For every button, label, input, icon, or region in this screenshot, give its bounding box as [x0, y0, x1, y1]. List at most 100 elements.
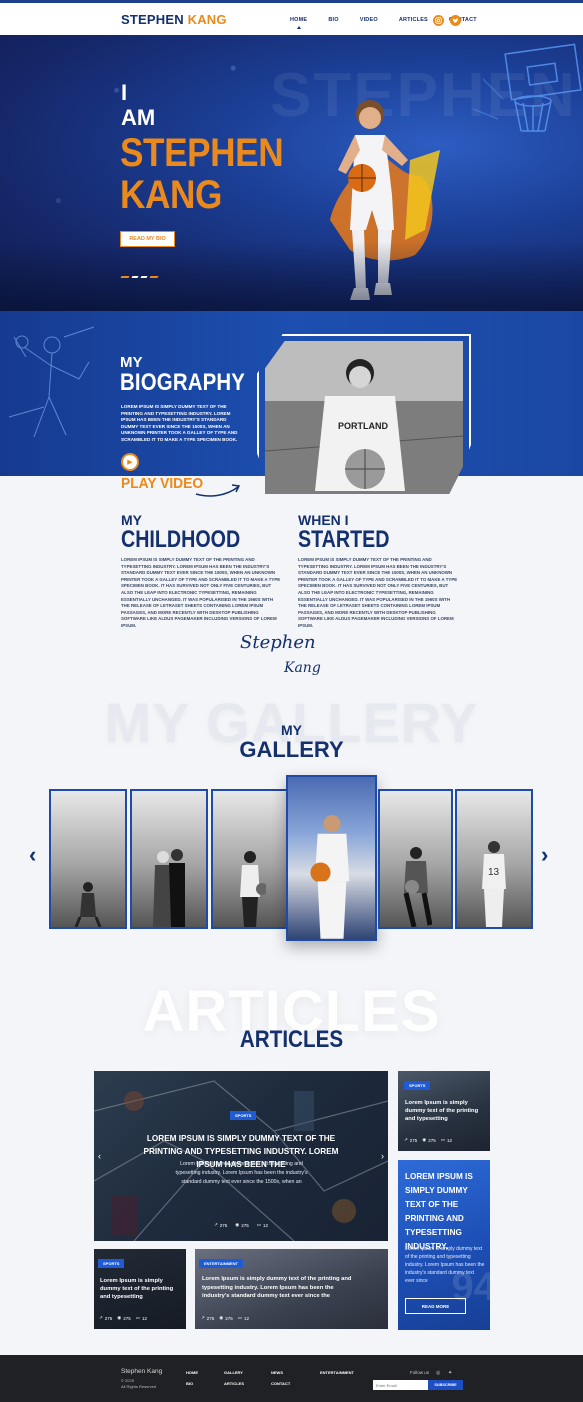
read-more-button[interactable]: READ MORE — [405, 1298, 466, 1314]
comments-stat: ▭ 12 — [441, 1137, 452, 1143]
article-tag[interactable]: SPORTS — [98, 1259, 125, 1268]
share-stat: ↗ 275 — [404, 1137, 417, 1143]
views-count: 275 — [123, 1315, 131, 1321]
article-tag[interactable]: SPORTS — [230, 1111, 257, 1120]
hero-line-i: I — [121, 80, 128, 105]
newsletter-email-input[interactable] — [373, 1380, 428, 1390]
svg-text:13: 13 — [488, 867, 500, 878]
signature-first: Stephen — [240, 632, 316, 653]
footer-logo[interactable]: Stephen Kang — [121, 1368, 162, 1375]
slide-dot[interactable] — [149, 276, 159, 278]
read-my-bio-button[interactable]: READ MY BIO — [120, 231, 175, 247]
footer-twitter-icon[interactable]: ✦ — [448, 1370, 452, 1376]
hero-line-am: AM — [121, 105, 156, 130]
footer-link-entertainment[interactable]: ENTERTAINMENT — [320, 1370, 354, 1375]
twitter-icon[interactable] — [450, 15, 461, 26]
share-stat: ↗ 275 — [201, 1315, 214, 1321]
follow-us-label: Follow us — [410, 1370, 430, 1375]
wide-article-card[interactable]: ENTERTAINMENT Lorem Ipsum is simply dumm… — [195, 1249, 388, 1329]
footer-link-contact[interactable]: CONTACT — [271, 1381, 290, 1386]
hero-slider-dots[interactable] — [120, 276, 159, 278]
article-tag[interactable]: ENTERTAINMENT — [199, 1259, 243, 1268]
hero-intro: I AM — [121, 80, 155, 130]
gallery-photo[interactable] — [130, 789, 208, 929]
share-icon: ↗ — [404, 1137, 408, 1142]
play-video-link[interactable]: PLAY VIDEO — [121, 475, 203, 492]
comment-count: 12 — [447, 1137, 453, 1143]
nav-item-articles[interactable]: ARTICLES — [399, 17, 428, 23]
comment-icon: ▭ — [135, 1315, 141, 1320]
site-logo[interactable]: STEPHEN KANG — [121, 12, 227, 27]
featured-blue-card[interactable]: 94 LOREM IPSUM IS SIMPLY DUMMY TEXT OF T… — [398, 1160, 490, 1330]
eye-icon: ◉ — [219, 1315, 224, 1320]
comment-icon: ▭ — [256, 1222, 262, 1227]
footer-link-bio[interactable]: BIO — [186, 1381, 193, 1386]
nav-item-video[interactable]: VIDEO — [360, 17, 378, 23]
views-count: 275 — [428, 1137, 436, 1143]
article-tag[interactable]: SPORTS — [404, 1081, 431, 1090]
views-stat: ◉ 275 — [235, 1222, 248, 1228]
started-title: STARTED — [298, 526, 390, 553]
hero-last-name: KANG — [120, 173, 222, 217]
comment-count: 12 — [263, 1222, 269, 1228]
footer-link-home[interactable]: HOME — [186, 1370, 198, 1375]
side-article-card[interactable]: SPORTS Lorem Ipsum is simply dummy text … — [398, 1071, 490, 1151]
views-count: 275 — [241, 1222, 249, 1228]
articles-title: ARTICLES — [239, 1026, 344, 1053]
nav-item-home[interactable]: HOME — [290, 17, 307, 29]
eye-icon: ◉ — [422, 1137, 427, 1142]
subscribe-button[interactable]: SUBSCRIBE — [428, 1380, 463, 1390]
share-stat: ↗ 275 — [214, 1222, 227, 1228]
featured-next-arrow[interactable]: › — [381, 1151, 384, 1161]
hero-name: STEPHEN KANG — [120, 131, 284, 217]
hero-banner: STEPHEN I AM STEPHEN KANG READ MY BIO — [0, 35, 583, 311]
gallery-photo[interactable]: 13 — [455, 789, 533, 929]
article-meta: ↗ 275 ◉ 275 ▭ 12 — [99, 1315, 147, 1321]
footer-instagram-icon[interactable]: ◎ — [436, 1370, 440, 1376]
share-icon: ↗ — [214, 1222, 218, 1227]
instagram-icon[interactable] — [433, 15, 444, 26]
share-count: 275 — [409, 1137, 418, 1143]
footer-link-news[interactable]: NEWS — [271, 1370, 283, 1375]
signature: Stephen Kang — [240, 632, 321, 676]
gallery-photo[interactable] — [49, 789, 127, 929]
footer-copyright: © 2025 All Rights Reserved — [121, 1378, 156, 1389]
gallery-photo[interactable] — [378, 789, 453, 929]
childhood-title: CHILDHOOD — [121, 526, 241, 553]
gallery-photo-featured[interactable] — [286, 775, 377, 941]
comments-stat: ▭ 12 — [238, 1315, 249, 1321]
bio-photo: PORTLAND — [265, 341, 463, 494]
hero-first-name: STEPHEN — [120, 131, 284, 175]
logo-first-name: STEPHEN — [121, 12, 184, 27]
curved-arrow-icon — [195, 484, 241, 497]
comment-count: 12 — [244, 1315, 250, 1321]
share-icon: ↗ — [99, 1315, 103, 1320]
small-article-title[interactable]: Lorem Ipsum is simply dummy text of the … — [100, 1277, 180, 1301]
play-video-icon[interactable]: ▶ — [121, 453, 139, 471]
footer-link-gallery[interactable]: GALLERY — [224, 1370, 243, 1375]
slide-dot[interactable] — [140, 276, 148, 278]
slide-dot-active[interactable] — [120, 276, 130, 278]
gallery-photo[interactable] — [211, 789, 289, 929]
views-stat: ◉ 275 — [219, 1315, 232, 1321]
comment-icon: ▭ — [237, 1315, 243, 1320]
blue-card-title[interactable]: LOREM IPSUM IS SIMPLY DUMMY TEXT OF THE … — [405, 1170, 485, 1254]
article-meta: ↗ 275 ◉ 275 ▭ 12 — [201, 1315, 249, 1321]
bio-paragraph: Lorem Ipsum is simply dummy text of the … — [121, 404, 238, 442]
wide-article-title[interactable]: Lorem Ipsum is simply dummy text of the … — [202, 1275, 352, 1301]
side-article-title[interactable]: Lorem Ipsum is simply dummy text of the … — [405, 1099, 483, 1123]
nav-item-bio[interactable]: BIO — [328, 17, 338, 23]
article-meta: ↗ 275 ◉ 275 ▭ 12 — [404, 1137, 452, 1143]
small-article-card[interactable]: SPORTS Lorem Ipsum is simply dummy text … — [94, 1249, 186, 1329]
footer-link-articles[interactable]: ARTICLES — [224, 1381, 244, 1386]
basketball-hoop-graphic — [473, 43, 582, 132]
share-count: 275 — [206, 1315, 215, 1321]
featured-article-card[interactable]: SPORTS LOREM IPSUM IS SIMPLY DUMMY TEXT … — [94, 1071, 388, 1241]
featured-prev-arrow[interactable]: ‹ — [98, 1151, 101, 1161]
slide-dot[interactable] — [131, 276, 139, 278]
comment-icon: ▭ — [440, 1137, 446, 1142]
views-count: 275 — [225, 1315, 233, 1321]
bio-photo-figure: PORTLAND — [265, 341, 463, 494]
comments-stat: ▭ 12 — [257, 1222, 268, 1228]
views-stat: ◉ 275 — [117, 1315, 130, 1321]
